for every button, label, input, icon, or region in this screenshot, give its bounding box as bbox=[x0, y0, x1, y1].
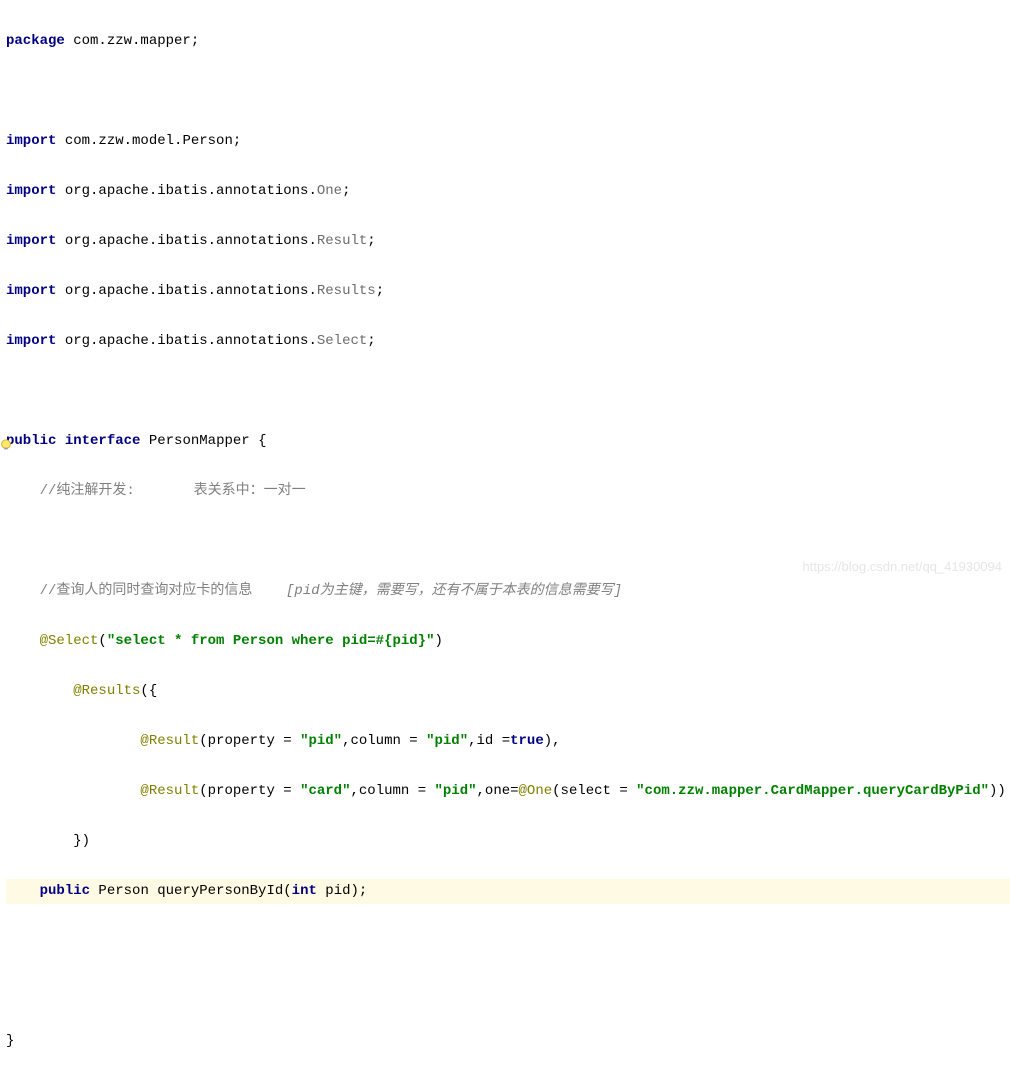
code-line: public interface PersonMapper { bbox=[6, 429, 1010, 454]
code-line: package com.zzw.mapper; bbox=[6, 29, 1010, 54]
comment: [pid为主键，需要写，还有不属于本表的信息需要写] bbox=[286, 583, 622, 599]
keyword-import: import bbox=[6, 233, 56, 249]
string: "select * from Person where pid=#{pid}" bbox=[107, 633, 435, 649]
keyword-import: import bbox=[6, 133, 56, 149]
keyword-import: import bbox=[6, 283, 56, 299]
code-line bbox=[6, 529, 1010, 554]
comment: //纯注解开发: 表关系中：一对一 bbox=[6, 483, 306, 499]
bulb-icon[interactable] bbox=[0, 438, 13, 452]
annotation-results: @Results bbox=[6, 683, 140, 699]
annotation-one: @One bbox=[519, 783, 553, 799]
code-line: import com.zzw.model.Person; bbox=[6, 129, 1010, 154]
code-line: import org.apache.ibatis.annotations.Res… bbox=[6, 279, 1010, 304]
code-line: } bbox=[6, 1029, 1010, 1054]
comment: //查询人的同时查询对应卡的信息 bbox=[6, 583, 286, 599]
code-line: import org.apache.ibatis.annotations.Sel… bbox=[6, 329, 1010, 354]
keyword-interface: interface bbox=[65, 433, 141, 449]
keyword-import: import bbox=[6, 183, 56, 199]
keyword-public: public bbox=[6, 433, 56, 449]
code-line: }) bbox=[6, 829, 1010, 854]
code-line bbox=[6, 979, 1010, 1004]
code-line: @Result(property = "card",column = "pid"… bbox=[6, 779, 1010, 804]
watermark-text: https://blog.csdn.net/qq_41930094 bbox=[803, 559, 1003, 574]
code-line: import org.apache.ibatis.annotations.Res… bbox=[6, 229, 1010, 254]
annotation-result: @Result bbox=[6, 733, 199, 749]
code-line: //查询人的同时查询对应卡的信息 [pid为主键，需要写，还有不属于本表的信息需… bbox=[6, 579, 1010, 604]
code-line bbox=[6, 379, 1010, 404]
code-line bbox=[6, 79, 1010, 104]
code-line: @Results({ bbox=[6, 679, 1010, 704]
code-line: import org.apache.ibatis.annotations.One… bbox=[6, 179, 1010, 204]
highlighted-line: public Person queryPersonById(int pid); bbox=[6, 879, 1010, 904]
annotation-result: @Result bbox=[6, 783, 199, 799]
code-line: @Select("select * from Person where pid=… bbox=[6, 629, 1010, 654]
code-line bbox=[6, 929, 1010, 954]
annotation-select: @Select bbox=[6, 633, 98, 649]
code-editor[interactable]: package com.zzw.mapper; import com.zzw.m… bbox=[0, 0, 1010, 1079]
code-line: @Result(property = "pid",column = "pid",… bbox=[6, 729, 1010, 754]
keyword-import: import bbox=[6, 333, 56, 349]
keyword-package: package bbox=[6, 33, 65, 49]
code-line: //纯注解开发: 表关系中：一对一 bbox=[6, 479, 1010, 504]
